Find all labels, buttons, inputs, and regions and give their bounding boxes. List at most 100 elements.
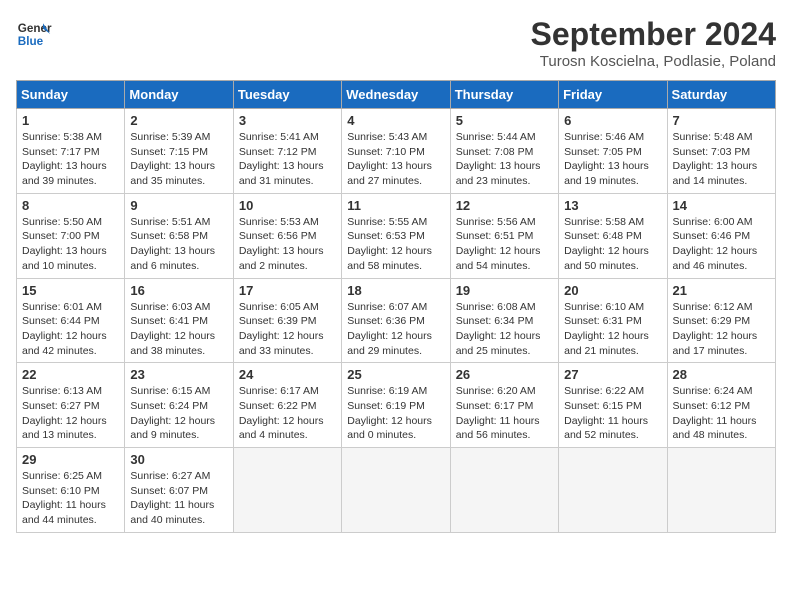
day-number: 26 — [456, 367, 553, 382]
calendar-cell: 1Sunrise: 5:38 AM Sunset: 7:17 PM Daylig… — [17, 109, 125, 194]
weekday-header: Saturday — [667, 81, 775, 109]
calendar-cell: 13 Sunrise: 5:58 AM Sunset: 6:48 PM Dayli… — [559, 193, 667, 278]
day-number: 3 — [239, 113, 336, 128]
calendar-cell: 5 Sunrise: 5:44 AM Sunset: 7:08 PM Daylig… — [450, 109, 558, 194]
calendar-cell: 23 Sunrise: 6:15 AM Sunset: 6:24 PM Dayli… — [125, 363, 233, 448]
day-number: 16 — [130, 283, 227, 298]
calendar-cell: 3 Sunrise: 5:41 AM Sunset: 7:12 PM Daylig… — [233, 109, 341, 194]
calendar-cell — [450, 448, 558, 533]
calendar-cell: 10 Sunrise: 5:53 AM Sunset: 6:56 PM Dayli… — [233, 193, 341, 278]
calendar-cell — [667, 448, 775, 533]
day-number: 19 — [456, 283, 553, 298]
calendar-cell: 14 Sunrise: 6:00 AM Sunset: 6:46 PM Dayli… — [667, 193, 775, 278]
day-number: 7 — [673, 113, 770, 128]
calendar-cell: 24 Sunrise: 6:17 AM Sunset: 6:22 PM Dayli… — [233, 363, 341, 448]
day-info: Sunrise: 5:38 AM Sunset: 7:17 PM Dayligh… — [22, 130, 119, 189]
day-info: Sunrise: 6:13 AM Sunset: 6:27 PM Dayligh… — [22, 384, 119, 443]
calendar-cell: 7 Sunrise: 5:48 AM Sunset: 7:03 PM Daylig… — [667, 109, 775, 194]
calendar-cell: 25Sunrise: 6:19 AM Sunset: 6:19 PM Dayli… — [342, 363, 450, 448]
day-info: Sunrise: 5:39 AM Sunset: 7:15 PM Dayligh… — [130, 130, 227, 189]
calendar-cell — [233, 448, 341, 533]
day-number: 8 — [22, 198, 119, 213]
calendar-cell: 27 Sunrise: 6:22 AM Sunset: 6:15 PM Dayli… — [559, 363, 667, 448]
day-number: 10 — [239, 198, 336, 213]
day-number: 6 — [564, 113, 661, 128]
header: General Blue September 2024 Turosn Kosci… — [16, 16, 776, 70]
day-info: Sunrise: 6:03 AM Sunset: 6:41 PM Dayligh… — [130, 300, 227, 359]
calendar-week-row: 22 Sunrise: 6:13 AM Sunset: 6:27 PM Dayli… — [17, 363, 776, 448]
calendar-cell: 17Sunrise: 6:05 AM Sunset: 6:39 PM Dayli… — [233, 278, 341, 363]
calendar-cell: 8 Sunrise: 5:50 AM Sunset: 7:00 PM Daylig… — [17, 193, 125, 278]
day-number: 21 — [673, 283, 770, 298]
calendar-cell: 30 Sunrise: 6:27 AM Sunset: 6:07 PM Dayli… — [125, 448, 233, 533]
calendar-week-row: 29Sunrise: 6:25 AM Sunset: 6:10 PM Dayli… — [17, 448, 776, 533]
day-info: Sunrise: 6:17 AM Sunset: 6:22 PM Dayligh… — [239, 384, 336, 443]
day-number: 23 — [130, 367, 227, 382]
weekday-header: Sunday — [17, 81, 125, 109]
day-number: 24 — [239, 367, 336, 382]
calendar-cell: 29Sunrise: 6:25 AM Sunset: 6:10 PM Dayli… — [17, 448, 125, 533]
day-number: 13 — [564, 198, 661, 213]
calendar-cell: 6 Sunrise: 5:46 AM Sunset: 7:05 PM Daylig… — [559, 109, 667, 194]
calendar-cell: 4 Sunrise: 5:43 AM Sunset: 7:10 PM Daylig… — [342, 109, 450, 194]
calendar-cell: 9Sunrise: 5:51 AM Sunset: 6:58 PM Daylig… — [125, 193, 233, 278]
day-number: 15 — [22, 283, 119, 298]
calendar-week-row: 15 Sunrise: 6:01 AM Sunset: 6:44 PM Dayli… — [17, 278, 776, 363]
calendar-cell: 16 Sunrise: 6:03 AM Sunset: 6:41 PM Dayli… — [125, 278, 233, 363]
day-info: Sunrise: 5:41 AM Sunset: 7:12 PM Dayligh… — [239, 130, 336, 189]
month-title: September 2024 — [531, 16, 776, 53]
day-number: 4 — [347, 113, 444, 128]
calendar-cell: 22 Sunrise: 6:13 AM Sunset: 6:27 PM Dayli… — [17, 363, 125, 448]
logo-icon: General Blue — [16, 16, 52, 52]
day-number: 11 — [347, 198, 444, 213]
day-number: 14 — [673, 198, 770, 213]
location-title: Turosn Koscielna, Podlasie, Poland — [531, 53, 776, 70]
weekday-header-row: SundayMondayTuesdayWednesdayThursdayFrid… — [17, 81, 776, 109]
calendar-table: SundayMondayTuesdayWednesdayThursdayFrid… — [16, 80, 776, 533]
calendar-cell: 28 Sunrise: 6:24 AM Sunset: 6:12 PM Dayli… — [667, 363, 775, 448]
day-info: Sunrise: 5:44 AM Sunset: 7:08 PM Dayligh… — [456, 130, 553, 189]
day-info: Sunrise: 6:19 AM Sunset: 6:19 PM Dayligh… — [347, 384, 444, 443]
calendar-cell — [342, 448, 450, 533]
calendar-cell: 2Sunrise: 5:39 AM Sunset: 7:15 PM Daylig… — [125, 109, 233, 194]
day-info: Sunrise: 5:55 AM Sunset: 6:53 PM Dayligh… — [347, 215, 444, 274]
day-info: Sunrise: 5:50 AM Sunset: 7:00 PM Dayligh… — [22, 215, 119, 274]
logo: General Blue — [16, 16, 52, 52]
title-area: September 2024 Turosn Koscielna, Podlasi… — [531, 16, 776, 70]
day-number: 20 — [564, 283, 661, 298]
day-info: Sunrise: 5:58 AM Sunset: 6:48 PM Dayligh… — [564, 215, 661, 274]
calendar-cell: 20 Sunrise: 6:10 AM Sunset: 6:31 PM Dayli… — [559, 278, 667, 363]
calendar-cell: 18 Sunrise: 6:07 AM Sunset: 6:36 PM Dayli… — [342, 278, 450, 363]
day-info: Sunrise: 5:46 AM Sunset: 7:05 PM Dayligh… — [564, 130, 661, 189]
day-info: Sunrise: 5:43 AM Sunset: 7:10 PM Dayligh… — [347, 130, 444, 189]
calendar-cell: 26Sunrise: 6:20 AM Sunset: 6:17 PM Dayli… — [450, 363, 558, 448]
calendar-week-row: 1Sunrise: 5:38 AM Sunset: 7:17 PM Daylig… — [17, 109, 776, 194]
day-info: Sunrise: 6:27 AM Sunset: 6:07 PM Dayligh… — [130, 469, 227, 528]
day-number: 22 — [22, 367, 119, 382]
calendar-cell — [559, 448, 667, 533]
day-number: 29 — [22, 452, 119, 467]
day-info: Sunrise: 6:08 AM Sunset: 6:34 PM Dayligh… — [456, 300, 553, 359]
weekday-header: Friday — [559, 81, 667, 109]
day-info: Sunrise: 6:15 AM Sunset: 6:24 PM Dayligh… — [130, 384, 227, 443]
day-info: Sunrise: 6:24 AM Sunset: 6:12 PM Dayligh… — [673, 384, 770, 443]
day-info: Sunrise: 6:00 AM Sunset: 6:46 PM Dayligh… — [673, 215, 770, 274]
calendar-cell: 15 Sunrise: 6:01 AM Sunset: 6:44 PM Dayli… — [17, 278, 125, 363]
day-info: Sunrise: 5:51 AM Sunset: 6:58 PM Dayligh… — [130, 215, 227, 274]
day-number: 27 — [564, 367, 661, 382]
calendar-cell: 19 Sunrise: 6:08 AM Sunset: 6:34 PM Dayli… — [450, 278, 558, 363]
day-info: Sunrise: 6:12 AM Sunset: 6:29 PM Dayligh… — [673, 300, 770, 359]
weekday-header: Wednesday — [342, 81, 450, 109]
day-info: Sunrise: 6:07 AM Sunset: 6:36 PM Dayligh… — [347, 300, 444, 359]
day-number: 5 — [456, 113, 553, 128]
day-info: Sunrise: 6:01 AM Sunset: 6:44 PM Dayligh… — [22, 300, 119, 359]
day-info: Sunrise: 5:53 AM Sunset: 6:56 PM Dayligh… — [239, 215, 336, 274]
day-info: Sunrise: 6:10 AM Sunset: 6:31 PM Dayligh… — [564, 300, 661, 359]
weekday-header: Tuesday — [233, 81, 341, 109]
day-info: Sunrise: 5:48 AM Sunset: 7:03 PM Dayligh… — [673, 130, 770, 189]
day-number: 30 — [130, 452, 227, 467]
day-info: Sunrise: 6:22 AM Sunset: 6:15 PM Dayligh… — [564, 384, 661, 443]
svg-text:General: General — [18, 22, 52, 35]
day-number: 18 — [347, 283, 444, 298]
day-number: 28 — [673, 367, 770, 382]
